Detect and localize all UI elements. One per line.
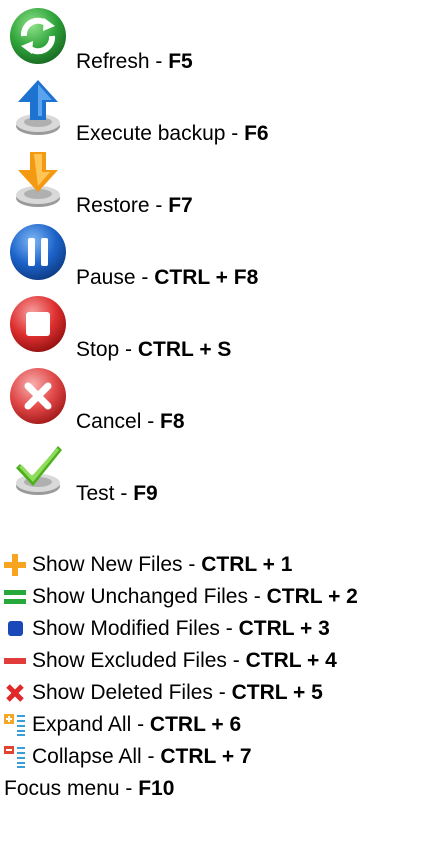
show-new-files-label: Show New Files - CTRL + 1: [32, 553, 293, 576]
pause-shortcut: CTRL + F8: [154, 266, 259, 289]
show-excluded-files-label: Show Excluded Files - CTRL + 4: [32, 649, 337, 672]
expand-all-shortcut: CTRL + 6: [149, 713, 242, 736]
refresh-icon: [6, 4, 70, 68]
test-label: Test - F9: [76, 482, 158, 505]
test-shortcut: F9: [133, 482, 158, 505]
show-unchanged-files-shortcut: CTRL + 2: [266, 585, 358, 608]
square-icon: [3, 617, 27, 641]
show-modified-files-shortcut: CTRL + 3: [238, 617, 330, 640]
show-unchanged-files-label: Show Unchanged Files - CTRL + 2: [32, 585, 358, 608]
pause-icon: [6, 220, 70, 284]
plus-icon: [3, 553, 27, 577]
show-deleted-files-label: Show Deleted Files - CTRL + 5: [32, 681, 323, 704]
show-deleted-files-shortcut: CTRL + 5: [231, 681, 323, 704]
restore-shortcut: F7: [168, 194, 193, 217]
stop-shortcut: CTRL + S: [137, 338, 232, 361]
focus-menu-label: Focus menu - F10: [4, 777, 175, 800]
cross-icon: [3, 681, 27, 705]
pause-label: Pause - CTRL + F8: [76, 266, 259, 289]
focus-menu-shortcut: F10: [138, 777, 175, 800]
restore-label: Restore - F7: [76, 194, 193, 217]
cancel-icon: [6, 364, 70, 428]
execute-backup-icon: [6, 76, 70, 140]
refresh-shortcut: F5: [168, 50, 193, 73]
restore-icon: [6, 148, 70, 212]
show-modified-files-label: Show Modified Files - CTRL + 3: [32, 617, 330, 640]
minus-icon: [3, 649, 27, 673]
cancel-label: Cancel - F8: [76, 410, 185, 433]
equals-icon: [3, 585, 27, 609]
expand-all-icon: [3, 713, 27, 737]
test-icon: [6, 436, 70, 500]
refresh-label: Refresh - F5: [76, 50, 193, 73]
stop-label: Stop - CTRL + S: [76, 338, 232, 361]
cancel-shortcut: F8: [160, 410, 185, 433]
expand-all-label: Expand All - CTRL + 6: [32, 713, 242, 736]
show-excluded-files-shortcut: CTRL + 4: [245, 649, 337, 672]
stop-icon: [6, 292, 70, 356]
collapse-all-label: Collapse All - CTRL + 7: [32, 745, 252, 768]
collapse-all-shortcut: CTRL + 7: [160, 745, 252, 768]
execute-backup-shortcut: F6: [244, 122, 269, 145]
collapse-all-icon: [3, 745, 27, 769]
execute-backup-label: Execute backup - F6: [76, 122, 269, 145]
show-new-files-shortcut: CTRL + 1: [201, 553, 293, 576]
